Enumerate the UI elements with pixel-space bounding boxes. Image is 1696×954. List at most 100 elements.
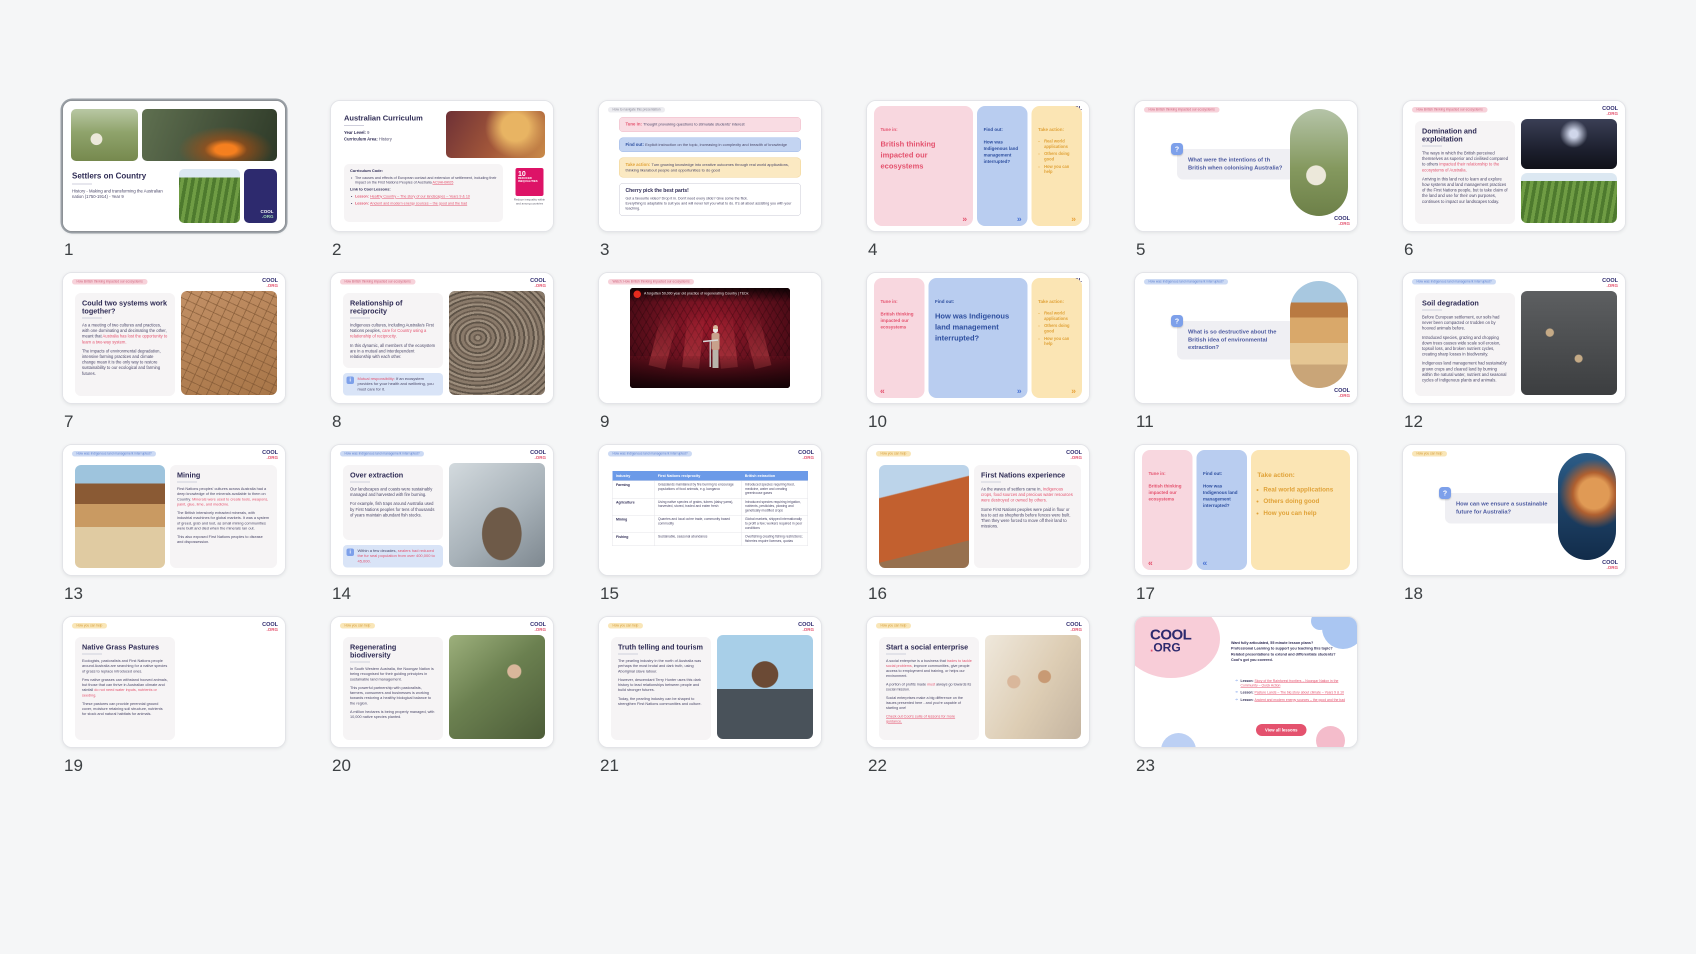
slide-thumbnail-3[interactable]: How to navigate this presentation Tune i… bbox=[598, 100, 822, 232]
lesson-link[interactable]: Story of the Rainforest frontiers – Noon… bbox=[1241, 680, 1339, 688]
column-header: British extraction bbox=[741, 471, 808, 481]
slide-thumbnail-20[interactable]: How you can help COOL.ORG Regenerating b… bbox=[330, 616, 554, 748]
slide-number: 22 bbox=[868, 756, 1090, 776]
slide-number: 9 bbox=[600, 412, 822, 432]
back-arrow-icon[interactable]: « bbox=[1202, 559, 1207, 568]
find-out-column: Find out: How was Indigenous land manage… bbox=[977, 106, 1027, 226]
slide-header-pill: How was Indigenous land management inter… bbox=[1144, 279, 1228, 285]
tune-in-column: Tune in: British thinking impacted our e… bbox=[874, 106, 973, 226]
slide-thumbnail-19[interactable]: How you can help COOL.ORG Native Grass P… bbox=[62, 616, 286, 748]
cool-org-logo: COOL.ORG bbox=[530, 278, 546, 288]
slide-cell-18: How you can help ? How can we ensure a s… bbox=[1402, 444, 1626, 604]
curriculum-code-link[interactable]: AC9HH9K05 bbox=[432, 180, 453, 185]
slide-number: 15 bbox=[600, 584, 822, 604]
slide-thumbnail-4[interactable]: COOL.ORG Tune in: British thinking impac… bbox=[866, 100, 1090, 232]
slide-thumbnail-11[interactable]: How was Indigenous land management inter… bbox=[1134, 272, 1358, 404]
forward-arrow-icon[interactable]: » bbox=[962, 215, 967, 224]
slide-number: 21 bbox=[600, 756, 822, 776]
slide-header-pill: How you can help bbox=[340, 623, 375, 629]
slide-thumbnail-23[interactable]: COOL .ORG Want fully articulated, 55 min… bbox=[1134, 616, 1358, 748]
slide-13-mining: How was Indigenous land management inter… bbox=[63, 445, 285, 575]
slide-thumbnail-22[interactable]: How you can help COOL.ORG Start a social… bbox=[866, 616, 1090, 748]
photo-cracked-earth bbox=[181, 291, 277, 395]
question-bubble: ? What is so destructive about the Briti… bbox=[1177, 321, 1295, 359]
slide-thumbnail-15[interactable]: How was Indigenous land management inter… bbox=[598, 444, 822, 576]
slide-thumbnail-8[interactable]: How British thinking impacted our ecosys… bbox=[330, 272, 554, 404]
slide-number: 20 bbox=[332, 756, 554, 776]
slide-cell-10: COOL.ORG Tune in: British thinking impac… bbox=[866, 272, 1090, 432]
slide-23-cool-org-outro: COOL .ORG Want fully articulated, 55 min… bbox=[1135, 617, 1357, 747]
slide-number: 12 bbox=[1404, 412, 1626, 432]
take-action-box: Take action: Turn growing knowledge into… bbox=[619, 158, 801, 178]
slide-cell-16: How you can help COOL.ORG First Nations … bbox=[866, 444, 1090, 604]
slide-thumbnail-13[interactable]: How was Indigenous land management inter… bbox=[62, 444, 286, 576]
slide-thumbnail-5[interactable]: How British thinking impacted our ecosys… bbox=[1134, 100, 1358, 232]
forward-arrow-icon[interactable]: » bbox=[1071, 215, 1076, 224]
table-row: Mining Quarries and local ochre trade, c… bbox=[612, 515, 808, 532]
photo-uluru bbox=[879, 465, 969, 568]
forward-arrow-icon[interactable]: » bbox=[1071, 387, 1076, 396]
slide-15-comparison-table: How was Indigenous land management inter… bbox=[599, 445, 821, 575]
slide-title: Soil degradation bbox=[1422, 300, 1508, 308]
photo-coral-reef bbox=[1558, 453, 1616, 560]
slide-header-pill: How British thinking impacted our ecosys… bbox=[72, 279, 147, 285]
channel-avatar[interactable] bbox=[634, 291, 642, 299]
slide-header-pill: How was Indigenous land management inter… bbox=[608, 451, 692, 457]
lesson-link[interactable]: Healthy Country – The story of our lands… bbox=[370, 194, 470, 199]
slide-16-first-nations-experience: How you can help COOL.ORG First Nations … bbox=[867, 445, 1089, 575]
slide-thumbnail-2[interactable]: Australian Curriculum Year Level: 9 Curr… bbox=[330, 100, 554, 232]
back-arrow-icon[interactable]: « bbox=[1148, 559, 1153, 568]
info-icon: i bbox=[347, 549, 355, 557]
slide-number: 6 bbox=[1404, 240, 1626, 260]
back-arrow-icon[interactable]: « bbox=[880, 387, 885, 396]
cool-org-logo: COOL.ORG bbox=[262, 450, 278, 460]
slide-number: 14 bbox=[332, 584, 554, 604]
slide-cell-1: Settlers on Country History - Making and… bbox=[62, 100, 286, 260]
slide-header-pill: How you can help bbox=[876, 451, 911, 457]
lesson-link[interactable]: Ancient and modern energy sources – the … bbox=[370, 201, 467, 206]
cool-org-logo: COOL.ORG bbox=[1066, 622, 1082, 632]
cool-org-logo: COOL.ORG bbox=[798, 622, 814, 632]
slide-thumbnail-14[interactable]: How was Indigenous land management inter… bbox=[330, 444, 554, 576]
lesson-link[interactable]: Ancient and modern energy sources – the … bbox=[1254, 698, 1345, 702]
slide-cell-5: How British thinking impacted our ecosys… bbox=[1134, 100, 1358, 260]
video-title[interactable]: A forgotten 50,000 year old practice of … bbox=[644, 292, 786, 296]
cool-org-logo: COOL.ORG bbox=[262, 278, 278, 288]
question-bubble: ? How can we ensure a sustainable future… bbox=[1445, 493, 1563, 524]
photo-cultural-burning bbox=[142, 109, 277, 161]
slide-thumbnail-21[interactable]: How you can help COOL.ORG Truth telling … bbox=[598, 616, 822, 748]
slide-number: 4 bbox=[868, 240, 1090, 260]
slide-thumbnail-7[interactable]: How British thinking impacted our ecosys… bbox=[62, 272, 286, 404]
slide-number: 2 bbox=[332, 240, 554, 260]
slide-cell-19: How you can help COOL.ORG Native Grass P… bbox=[62, 616, 286, 776]
question-bubble: ? What were the intentions of th British… bbox=[1177, 149, 1295, 180]
youtube-player[interactable]: A forgotten 50,000 year old practice of … bbox=[630, 288, 790, 388]
slide-thumbnail-1[interactable]: Settlers on Country History - Making and… bbox=[62, 100, 286, 232]
cool-lessons-link[interactable]: Check out Cool's suite of lessons for mo… bbox=[886, 714, 955, 723]
slide-thumbnail-10[interactable]: COOL.ORG Tune in: British thinking impac… bbox=[866, 272, 1090, 404]
forward-arrow-icon[interactable]: » bbox=[1017, 215, 1022, 224]
slide-4-section-divider: COOL.ORG Tune in: British thinking impac… bbox=[867, 101, 1089, 231]
blue-half-circle-shape bbox=[1161, 733, 1196, 748]
slide-thumbnail-9[interactable]: Watch: How British thinking impacted our… bbox=[598, 272, 822, 404]
slide-thumbnail-6[interactable]: How British thinking impacted our ecosys… bbox=[1402, 100, 1626, 232]
slide-title: Start a social enterprise bbox=[886, 644, 972, 652]
column-header: Industry bbox=[612, 471, 654, 481]
slide-thumbnail-16[interactable]: How you can help COOL.ORG First Nations … bbox=[866, 444, 1090, 576]
slide-cell-9: Watch: How British thinking impacted our… bbox=[598, 272, 822, 432]
slide-thumbnail-12[interactable]: How was Indigenous land management inter… bbox=[1402, 272, 1626, 404]
question-mark-icon: ? bbox=[1171, 315, 1183, 327]
tune-in-column: Tune in: British thinking impacted our e… bbox=[874, 278, 924, 398]
slide-title: Relationship of reciprocity bbox=[350, 300, 436, 316]
slide-number: 11 bbox=[1136, 412, 1358, 432]
lesson-link[interactable]: Pasture Lands – The big story about clim… bbox=[1254, 691, 1343, 695]
info-callout: i Within a few decades, sealers had redu… bbox=[343, 545, 443, 568]
view-all-lessons-button[interactable]: View all lessons bbox=[1256, 724, 1307, 736]
question-mark-icon: ? bbox=[1439, 487, 1451, 499]
slide-thumbnail-18[interactable]: How you can help ? How can we ensure a s… bbox=[1402, 444, 1626, 576]
slide-thumbnail-17[interactable]: Tune in: British thinking impacted our e… bbox=[1134, 444, 1358, 576]
cool-org-logo: COOL.ORG bbox=[261, 210, 274, 219]
slide-12-soil-degradation: How was Indigenous land management inter… bbox=[1403, 273, 1625, 403]
slide-header-pill: How you can help bbox=[608, 623, 643, 629]
forward-arrow-icon[interactable]: » bbox=[1017, 387, 1022, 396]
